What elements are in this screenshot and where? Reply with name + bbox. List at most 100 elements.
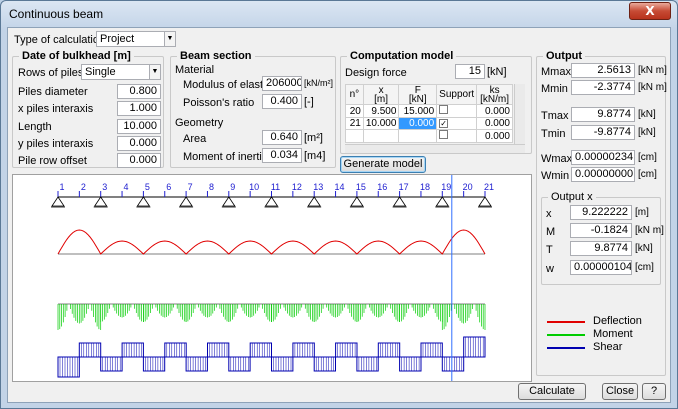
- cell-f[interactable]: [398, 129, 438, 143]
- cell-x[interactable]: [362, 129, 400, 143]
- node-label: 13: [313, 182, 323, 192]
- computation-model-title: Computation model: [347, 50, 457, 62]
- deflection-legend-swatch: [547, 321, 585, 323]
- beam-diagram[interactable]: 1 2 3 4 5 6 7 8 9 10 11 12 13 14 15 16 17 18 19 20 21: [13, 175, 531, 381]
- generate-model-button[interactable]: Generate model: [340, 156, 426, 173]
- output-t-value: 9.8774: [570, 241, 632, 256]
- table-horizontal-scrollbar[interactable]: [345, 144, 525, 153]
- piles-diameter-input[interactable]: 0.800: [117, 84, 161, 99]
- shear-block: [100, 356, 123, 372]
- wmax-unit: [cm]: [638, 152, 657, 163]
- window-close-button[interactable]: X: [629, 2, 671, 20]
- shear-block: [377, 342, 401, 358]
- cell-f[interactable]: 15.000: [398, 104, 438, 118]
- support-checkbox[interactable]: [439, 105, 449, 114]
- cell-ks[interactable]: 0.000: [476, 104, 513, 118]
- table-row[interactable]: 0.000: [345, 129, 513, 143]
- close-button[interactable]: Close: [602, 383, 638, 400]
- node-label: 8: [209, 182, 214, 192]
- table-row[interactable]: 21 10.000 0.000 ✓ 0.000: [345, 117, 513, 130]
- bulkhead-title: Date of bulkhead [m]: [19, 50, 134, 62]
- support-checkbox[interactable]: [439, 130, 449, 139]
- node-label: 1: [59, 182, 64, 192]
- modulus-of-elasticity-input[interactable]: 20600000: [262, 76, 302, 91]
- moment-legend-swatch: [547, 334, 585, 336]
- shear-block: [78, 342, 102, 358]
- node-label: 16: [377, 182, 387, 192]
- output-m-label: M: [546, 226, 556, 238]
- node-label: 19: [441, 182, 451, 192]
- node-label: 2: [81, 182, 86, 192]
- table-vertical-scrollbar[interactable]: [514, 84, 525, 144]
- shear-block: [463, 336, 486, 358]
- mmin-value: -2.3774: [571, 80, 635, 95]
- shear-block: [57, 356, 80, 378]
- shear-block: [249, 342, 272, 358]
- tmax-label: Tmax: [541, 110, 569, 122]
- nodes-table[interactable]: n° x [m] F [kN] Support ks [kN/m] 20 9.5…: [345, 84, 513, 143]
- shear-block: [335, 342, 358, 358]
- support-icon: [350, 196, 364, 207]
- table-row[interactable]: 20 9.500 15.000 0.000: [345, 104, 513, 118]
- poissons-ratio-input[interactable]: 0.400: [262, 94, 302, 109]
- y-piles-interaxis-input[interactable]: 0.000: [117, 136, 161, 151]
- cell-ks[interactable]: 0.000: [476, 129, 513, 143]
- x-piles-interaxis-input[interactable]: 1.000: [117, 101, 161, 116]
- length-input[interactable]: 10.000: [117, 119, 161, 134]
- cell-ks[interactable]: 0.000: [476, 117, 513, 130]
- node-label: 17: [399, 182, 409, 192]
- moment-of-inertia-input[interactable]: 0.034: [262, 148, 302, 163]
- design-force-input[interactable]: 15: [455, 64, 485, 79]
- modulus-unit: [kN/m²]: [304, 78, 333, 88]
- tmax-value: 9.8774: [571, 107, 635, 122]
- support-icon: [136, 196, 151, 207]
- shear-block: [356, 356, 379, 372]
- column-header-ks: ks [kN/m]: [476, 84, 513, 105]
- output-t-label: T: [546, 244, 553, 256]
- moment-of-inertia-unit: [m4]: [304, 150, 326, 162]
- chevron-down-icon: ▼: [164, 32, 175, 46]
- area-input[interactable]: 0.640: [262, 130, 302, 145]
- computation-model-group: Computation model Design force 15 [kN] n…: [340, 50, 532, 154]
- wmin-label: Wmin: [541, 170, 570, 182]
- mmin-label: Mmin: [541, 83, 568, 95]
- calculate-button[interactable]: Calculate: [518, 383, 586, 400]
- shear-block: [292, 342, 315, 358]
- tmin-unit: [kN]: [638, 127, 656, 138]
- tmax-unit: [kN]: [638, 109, 656, 120]
- type-of-calculation-select[interactable]: Project ▼: [96, 31, 176, 47]
- pile-row-offset-input[interactable]: 0.000: [117, 153, 161, 168]
- length-label: Length: [18, 121, 52, 133]
- help-button[interactable]: ?: [642, 383, 666, 400]
- poissons-ratio-unit: [-]: [304, 96, 314, 108]
- moment-legend-label: Moment: [593, 328, 633, 340]
- shear-block: [207, 342, 230, 358]
- cell-support[interactable]: [436, 104, 478, 118]
- node-label: 6: [166, 182, 171, 192]
- tmin-label: Tmin: [541, 128, 566, 140]
- mmax-value: 2.5613: [571, 63, 635, 78]
- output-x-unit: [m]: [635, 207, 649, 218]
- cell-support[interactable]: [436, 129, 478, 143]
- support-icon: [179, 196, 193, 207]
- type-of-calculation-label: Type of calculation: [14, 34, 106, 46]
- support-icon: [478, 196, 492, 207]
- support-icon: [392, 196, 407, 207]
- cell-x[interactable]: 9.500: [362, 104, 400, 118]
- shear-block: [121, 342, 144, 358]
- cell-support[interactable]: ✓: [436, 117, 478, 130]
- output-m-value: -0.1824: [570, 223, 632, 238]
- beam-diagram-panel[interactable]: 1 2 3 4 5 6 7 8 9 10 11 12 13 14 15 16 17 18 19 20 21: [12, 174, 532, 382]
- output-w-unit: [cm]: [635, 262, 654, 273]
- cell-f-selected[interactable]: 0.000: [398, 117, 438, 130]
- support-checkbox-checked[interactable]: ✓: [439, 119, 449, 128]
- x-piles-interaxis-label: x piles interaxis: [18, 103, 94, 115]
- shear-block: [313, 356, 337, 372]
- rows-of-piles-select[interactable]: Single ▼: [81, 64, 161, 80]
- deflection-curve: [57, 229, 486, 255]
- cell-x[interactable]: 10.000: [362, 117, 400, 130]
- node-label: 10: [249, 182, 259, 192]
- tmin-value: -9.8774: [571, 125, 635, 140]
- cell-n: [345, 129, 364, 143]
- dialog-window: Continuous beam X Type of calculation Pr…: [0, 0, 678, 409]
